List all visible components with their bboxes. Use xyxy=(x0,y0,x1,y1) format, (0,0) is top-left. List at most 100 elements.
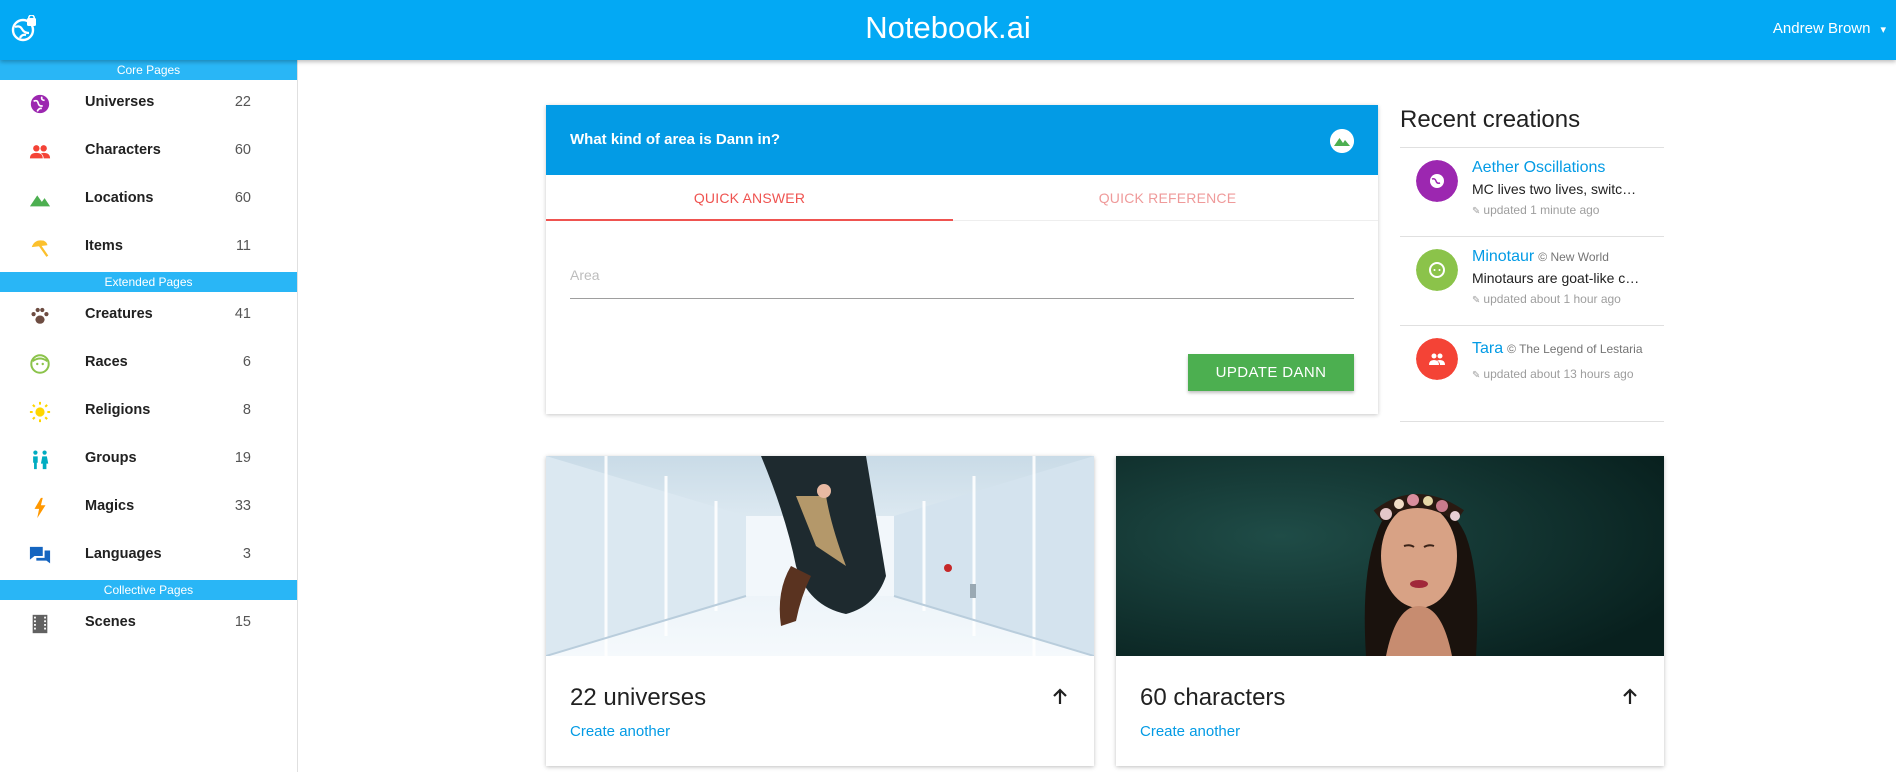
sidebar-item-scenes[interactable]: Scenes 15 xyxy=(0,600,297,648)
prompt-header: What kind of area is Dann in? xyxy=(546,105,1378,175)
pencil-icon: ✎ xyxy=(1472,206,1481,217)
globe-icon xyxy=(30,94,50,114)
prompt-tabs: QUICK ANSWER QUICK REFERENCE xyxy=(546,175,1378,221)
recent-item: Minotaur © New World Minotaurs are goat-l… xyxy=(1400,237,1664,326)
recent-creations-title: Recent creations xyxy=(1400,105,1664,148)
sidebar-item-count: 33 xyxy=(234,498,251,514)
characters-stat-card: 60 characters Create another xyxy=(1116,456,1664,766)
pencil-icon: ✎ xyxy=(1472,295,1481,306)
sidebar-section-header: Collective Pages xyxy=(0,580,297,600)
recent-item: Aether Oscillations MC lives two lives, … xyxy=(1400,148,1664,237)
paw-icon xyxy=(31,307,49,324)
sidebar-item-count: 22 xyxy=(234,94,251,110)
sidebar-item-count: 11 xyxy=(235,238,251,254)
film-icon xyxy=(32,614,48,634)
sidebar-item-label: Groups xyxy=(85,450,137,466)
universe-icon: © xyxy=(1507,342,1520,356)
terrain-icon xyxy=(29,195,51,207)
recent-item-timestamp: updated about 13 hours ago xyxy=(1483,367,1634,381)
sidebar-item-label: Creatures xyxy=(85,306,153,322)
recent-item-description: MC lives two lives, switching between th… xyxy=(1472,181,1642,197)
recent-item-description: Minotaurs are goat-like creatures... xyxy=(1472,270,1642,286)
universe-icon: © xyxy=(1538,250,1551,264)
sidebar-item-religions[interactable]: Religions 8 xyxy=(0,388,297,436)
user-menu[interactable]: Andrew Brown ▾ xyxy=(1773,19,1886,40)
lightning-icon xyxy=(34,497,46,519)
recent-item-universe-name: The Legend of Lestaria xyxy=(1519,342,1643,356)
universes-stat-card: 22 universes Create another xyxy=(546,456,1094,766)
recent-item-updated: ✎ updated about 1 hour ago xyxy=(1472,292,1662,306)
pencil-icon: ✎ xyxy=(1472,370,1481,381)
recent-creations-panel: Recent creations Aether Oscillations MC … xyxy=(1400,105,1664,422)
sidebar-item-creatures[interactable]: Creatures 41 xyxy=(0,292,297,340)
sidebar-item-count: 41 xyxy=(234,306,251,322)
sidebar-item-label: Languages xyxy=(85,546,162,562)
sidebar-item-languages[interactable]: Languages 3 xyxy=(0,532,297,580)
sidebar-item-count: 15 xyxy=(234,614,251,630)
characters-count-title: 60 characters xyxy=(1140,684,1286,711)
sidebar-item-label: Religions xyxy=(85,402,151,418)
sun-icon xyxy=(29,401,51,423)
sidebar-item-locations[interactable]: Locations 60 xyxy=(0,176,297,224)
sidebar-item-count: 60 xyxy=(234,142,251,158)
area-input[interactable] xyxy=(570,255,1354,295)
recent-item: Tara © The Legend of Lestaria ✎ updated ab… xyxy=(1400,326,1664,422)
face-icon xyxy=(30,354,50,374)
recent-item-title[interactable]: Aether Oscillations xyxy=(1472,159,1605,176)
recent-item-universe: © The Legend of Lestaria xyxy=(1507,342,1642,356)
area-field xyxy=(570,255,1354,299)
chat-icon xyxy=(29,546,51,564)
sidebar-item-label: Items xyxy=(85,238,123,254)
recent-item-title[interactable]: Minotaur xyxy=(1472,248,1534,265)
create-character-link[interactable]: Create another xyxy=(1140,723,1240,740)
sidebar-section-header: Core Pages xyxy=(0,60,297,80)
sidebar-item-count: 8 xyxy=(242,402,251,418)
sidebar-section-header: Extended Pages xyxy=(0,272,297,292)
arrow-up-icon[interactable] xyxy=(1620,687,1640,707)
chevron-down-icon[interactable]: ▾ xyxy=(1880,24,1886,36)
sidebar-item-characters[interactable]: Characters 60 xyxy=(0,128,297,176)
recent-item-title[interactable]: Tara xyxy=(1472,340,1503,357)
sidebar-item-groups[interactable]: Groups 19 xyxy=(0,436,297,484)
beach-umbrella-icon xyxy=(31,240,49,257)
group-icon xyxy=(33,450,49,470)
user-name[interactable]: Andrew Brown xyxy=(1773,20,1871,37)
sidebar-item-count: 6 xyxy=(242,354,251,370)
tab-quick-answer[interactable]: QUICK ANSWER xyxy=(546,175,953,221)
universes-hero-image xyxy=(546,456,1094,656)
tab-quick-reference[interactable]: QUICK REFERENCE xyxy=(964,175,1371,221)
people-icon xyxy=(29,145,51,159)
sidebar-item-label: Locations xyxy=(85,190,154,206)
recent-item-universe-name: New World xyxy=(1550,250,1609,264)
sidebar-item-items[interactable]: Items 11 xyxy=(0,224,297,272)
terrain-badge-icon xyxy=(1330,129,1354,153)
face-icon xyxy=(1416,249,1458,291)
sidebar-item-label: Universes xyxy=(85,94,155,110)
sidebar-item-magics[interactable]: Magics 33 xyxy=(0,484,297,532)
characters-hero-image xyxy=(1116,456,1664,656)
recent-item-updated: ✎ updated about 13 hours ago xyxy=(1472,367,1662,381)
sidebar-item-label: Magics xyxy=(85,498,135,514)
sidebar-item-universes[interactable]: Universes 22 xyxy=(0,80,297,128)
sidebar-item-label: Characters xyxy=(85,142,161,158)
prompt-question: What kind of area is Dann in? xyxy=(570,131,781,148)
recent-item-universe: © New World xyxy=(1538,250,1609,264)
globe-icon xyxy=(1416,160,1458,202)
recent-item-timestamp: updated 1 minute ago xyxy=(1483,203,1600,217)
sidebar-nav: Core Pages Universes 22 Characters 60 Lo… xyxy=(0,60,298,772)
recent-item-timestamp: updated about 1 hour ago xyxy=(1483,292,1621,306)
update-button[interactable]: UPDATE DANN xyxy=(1188,354,1354,391)
create-universe-link[interactable]: Create another xyxy=(570,723,670,740)
sidebar-item-label: Scenes xyxy=(85,614,136,630)
app-brand-title[interactable]: Notebook.ai xyxy=(0,10,1896,46)
sidebar-item-label: Races xyxy=(85,354,128,370)
people-icon xyxy=(1416,338,1458,380)
recent-item-updated: ✎ updated 1 minute ago xyxy=(1472,203,1662,217)
universes-count-title: 22 universes xyxy=(570,684,707,711)
arrow-up-icon[interactable] xyxy=(1050,687,1070,707)
sidebar-item-count: 60 xyxy=(234,190,251,206)
quick-prompt-card: What kind of area is Dann in? QUICK ANSW… xyxy=(546,105,1378,414)
sidebar-item-count: 19 xyxy=(234,450,251,466)
sidebar-item-count: 3 xyxy=(242,546,251,562)
sidebar-item-races[interactable]: Races 6 xyxy=(0,340,297,388)
